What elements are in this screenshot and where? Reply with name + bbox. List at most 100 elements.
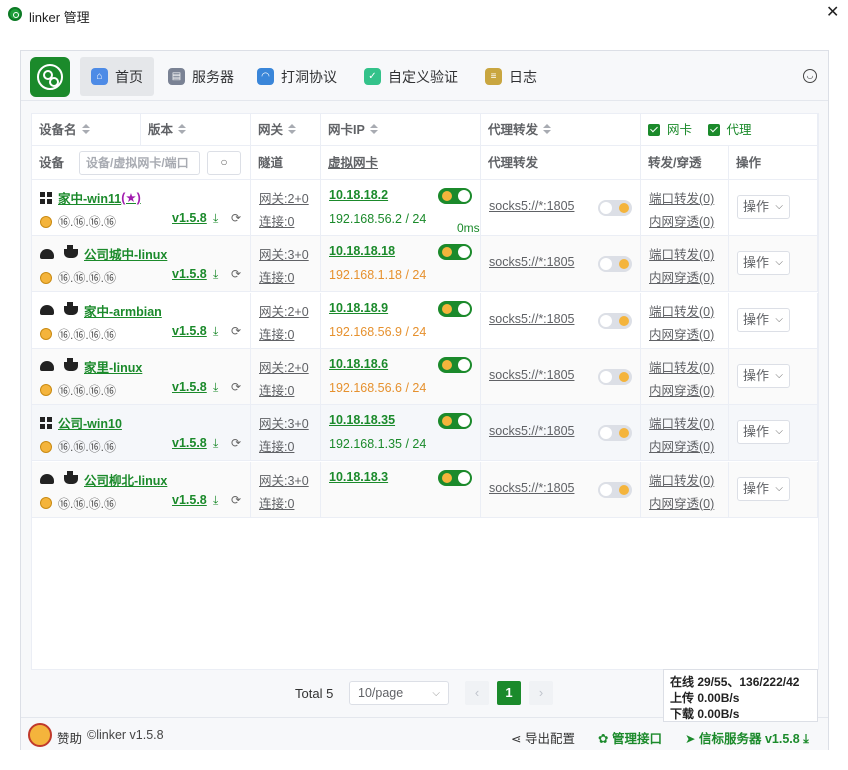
close-icon[interactable]: ✕ — [826, 5, 839, 21]
col-header-device[interactable]: 设备名 — [32, 114, 141, 146]
sort-icon[interactable] — [543, 124, 552, 135]
refresh-icon[interactable]: ⟳ — [231, 436, 241, 450]
nat-traversal-link[interactable]: 内网穿透(0) — [649, 267, 714, 286]
operations-select[interactable]: 操作 ⌵ — [737, 420, 790, 445]
socks-link[interactable]: socks5://*:1805 — [489, 368, 574, 382]
virtual-ip-link[interactable]: 10.18.18.18 — [329, 244, 395, 258]
download-icon[interactable]: ⤓ — [213, 324, 218, 339]
port-forward-link[interactable]: 端口转发(0) — [649, 244, 714, 263]
gateway-link[interactable]: 网关:3+0 — [259, 470, 309, 489]
operations-select[interactable]: 操作 ⌵ — [737, 363, 790, 388]
download-icon[interactable]: ⤓ — [213, 267, 218, 282]
nav-item-4[interactable]: ≡ 日志 — [474, 57, 548, 96]
nav-item-3[interactable]: ✓ 自定义验证 — [353, 57, 469, 96]
device-name-link[interactable]: 公司柳北-linux — [40, 470, 167, 489]
search-input[interactable]: 设备/虚拟网卡/端口 — [79, 151, 200, 175]
refresh-icon[interactable]: ⟳ — [231, 211, 241, 225]
connection-link[interactable]: 连接:0 — [259, 493, 294, 512]
col-header-version[interactable]: 版本 — [141, 114, 251, 146]
col-header-proxy[interactable]: 代理转发 — [481, 114, 641, 146]
page-1-button[interactable]: 1 — [497, 681, 521, 705]
sort-icon[interactable] — [369, 124, 378, 135]
sort-icon[interactable] — [81, 124, 90, 135]
port-forward-link[interactable]: 端口转发(0) — [649, 357, 714, 376]
operations-select[interactable]: 操作 ⌵ — [737, 195, 790, 219]
port-forward-link[interactable]: 端口转发(0) — [649, 301, 714, 320]
col-header-gateway[interactable]: 网关 — [251, 114, 321, 146]
sort-icon[interactable] — [288, 124, 297, 135]
vnic-toggle[interactable] — [438, 469, 472, 486]
nat-traversal-link[interactable]: 内网穿透(0) — [649, 436, 714, 455]
device-name-link[interactable]: 家里-linux — [40, 357, 142, 376]
device-name-link[interactable]: 公司-win10 — [40, 413, 122, 432]
vnic-toggle[interactable] — [438, 300, 472, 317]
gateway-link[interactable]: 网关:2+0 — [259, 357, 309, 376]
socks-link[interactable]: socks5://*:1805 — [489, 481, 574, 495]
device-name-link[interactable]: 家中-armbian — [40, 301, 162, 320]
vnic-toggle[interactable] — [438, 188, 472, 204]
virtual-ip-link[interactable]: 10.18.18.3 — [329, 470, 388, 484]
proxy-toggle[interactable] — [598, 425, 632, 442]
version-link[interactable]: v1.5.8 — [172, 380, 207, 394]
vnic-toggle[interactable] — [438, 244, 472, 261]
vnic-toggle[interactable] — [438, 356, 472, 373]
refresh-icon[interactable]: ⟳ — [231, 324, 241, 338]
checkbox-proxy[interactable]: 代理 — [707, 114, 752, 146]
nat-traversal-link[interactable]: 内网穿透(0) — [649, 324, 714, 343]
sponsor-link[interactable]: 赞助 — [57, 728, 82, 747]
vnic-toggle[interactable] — [438, 413, 472, 430]
port-forward-link[interactable]: 端口转发(0) — [649, 188, 714, 207]
refresh-icon[interactable]: ⟳ — [231, 493, 241, 507]
connection-link[interactable]: 连接:0 — [259, 211, 294, 230]
proxy-toggle[interactable] — [598, 481, 632, 498]
version-link[interactable]: v1.5.8 — [172, 267, 207, 281]
version-link[interactable]: v1.5.8 — [172, 436, 207, 450]
virtual-ip-link[interactable]: 10.18.18.2 — [329, 188, 388, 202]
download-icon[interactable]: ⤓ — [213, 436, 218, 451]
page-size-select[interactable]: 10/page ⌵ — [349, 681, 449, 705]
version-link[interactable]: v1.5.8 — [172, 211, 207, 225]
proxy-toggle[interactable] — [598, 368, 632, 385]
connection-link[interactable]: 连接:0 — [259, 324, 294, 343]
download-icon[interactable]: ⤓ — [213, 493, 218, 508]
gateway-link[interactable]: 网关:3+0 — [259, 244, 309, 263]
download-icon[interactable]: ⤓ — [213, 211, 218, 226]
operations-select[interactable]: 操作 ⌵ — [737, 307, 790, 332]
virtual-ip-link[interactable]: 10.18.18.35 — [329, 413, 395, 427]
proxy-toggle[interactable] — [598, 200, 632, 216]
proxy-toggle[interactable] — [598, 312, 632, 329]
checkbox-vnic[interactable]: 网卡 — [648, 114, 692, 146]
filter-vnic[interactable]: 虚拟网卡 — [321, 146, 481, 180]
socks-link[interactable]: socks5://*:1805 — [489, 199, 574, 213]
download-icon[interactable]: ⤓ — [213, 380, 218, 395]
refresh-icon[interactable]: ⟳ — [231, 267, 241, 281]
nav-item-2[interactable]: ◠ 打洞协议 — [246, 57, 348, 96]
nat-traversal-link[interactable]: 内网穿透(0) — [649, 211, 714, 230]
gateway-link[interactable]: 网关:2+0 — [259, 188, 309, 207]
connection-link[interactable]: 连接:0 — [259, 436, 294, 455]
port-forward-link[interactable]: 端口转发(0) — [649, 413, 714, 432]
col-header-ip[interactable]: 网卡IP — [321, 114, 481, 146]
api-button[interactable]: ✿ 管理接口 — [598, 728, 662, 747]
gateway-link[interactable]: 网关:2+0 — [259, 301, 309, 320]
socks-link[interactable]: socks5://*:1805 — [489, 312, 574, 326]
next-page-button[interactable]: › — [529, 681, 553, 705]
refresh-icon[interactable]: ⟳ — [231, 380, 241, 394]
prev-page-button[interactable]: ‹ — [465, 681, 489, 705]
connection-link[interactable]: 连接:0 — [259, 267, 294, 286]
socks-link[interactable]: socks5://*:1805 — [489, 424, 574, 438]
gateway-link[interactable]: 网关:3+0 — [259, 413, 309, 432]
port-forward-link[interactable]: 端口转发(0) — [649, 470, 714, 489]
signal-server-button[interactable]: ➤ 信标服务器 v1.5.8 ⤓ — [685, 728, 809, 747]
search-button[interactable]: ○ — [207, 151, 241, 175]
virtual-ip-link[interactable]: 10.18.18.9 — [329, 301, 388, 315]
connection-link[interactable]: 连接:0 — [259, 380, 294, 399]
nav-item-1[interactable]: ▤ 服务器 — [157, 57, 245, 96]
proxy-toggle[interactable] — [598, 256, 632, 273]
sponsor-icon[interactable] — [28, 723, 52, 747]
virtual-ip-link[interactable]: 10.18.18.6 — [329, 357, 388, 371]
socks-link[interactable]: socks5://*:1805 — [489, 255, 574, 269]
device-name-link[interactable]: 公司城中-linux — [40, 244, 167, 263]
export-config-button[interactable]: ⋖ 导出配置 — [511, 728, 575, 747]
version-link[interactable]: v1.5.8 — [172, 493, 207, 507]
